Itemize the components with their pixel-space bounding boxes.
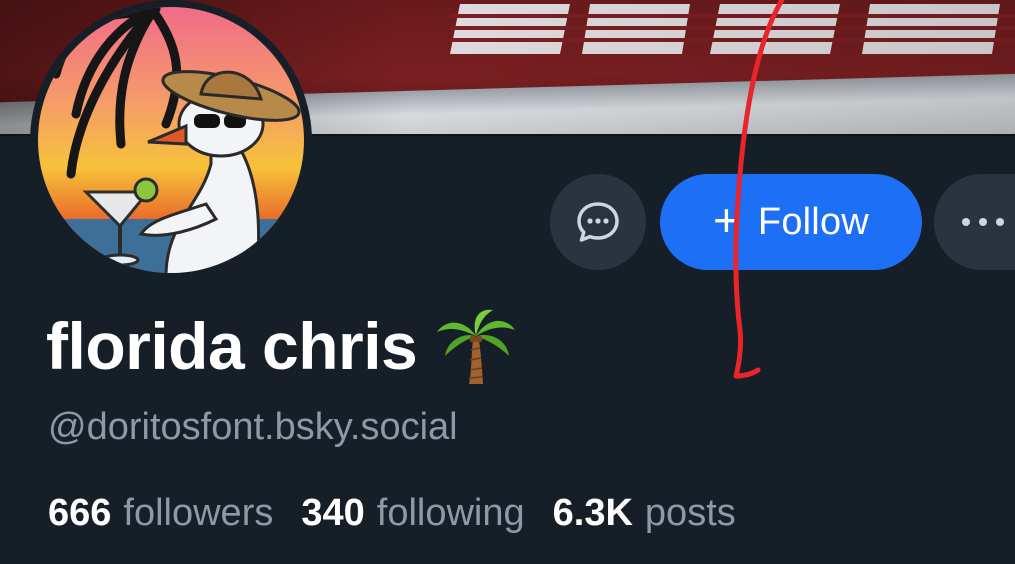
chat-bubble-icon — [577, 202, 619, 242]
following-count: 340 — [301, 492, 365, 534]
avatar-image — [38, 7, 304, 273]
plus-icon: + — [713, 194, 740, 246]
followers-label: followers — [123, 492, 274, 534]
profile-name-row: florida chris — [46, 306, 517, 386]
message-button[interactable] — [550, 174, 646, 270]
following-label: following — [376, 492, 525, 534]
posts-stat: 6.3K posts — [553, 492, 736, 535]
posts-label: posts — [644, 492, 736, 534]
posts-count: 6.3K — [552, 492, 633, 534]
profile-handle: @doritosfont.bsky.social — [48, 406, 458, 448]
follow-label: Follow — [757, 200, 869, 243]
display-name: florida chris — [46, 309, 418, 383]
followers-stat[interactable]: 666 followers — [48, 492, 273, 535]
followers-count: 666 — [48, 492, 112, 534]
more-options-button[interactable] — [934, 174, 1015, 270]
follow-button[interactable]: + Follow — [660, 174, 922, 270]
ellipsis-icon — [962, 218, 1004, 226]
palm-tree-icon — [437, 309, 516, 384]
profile-stats: 666 followers 340 following 6.3K posts — [48, 492, 736, 535]
avatar[interactable] — [30, 0, 312, 282]
following-stat[interactable]: 340 following — [301, 492, 524, 535]
